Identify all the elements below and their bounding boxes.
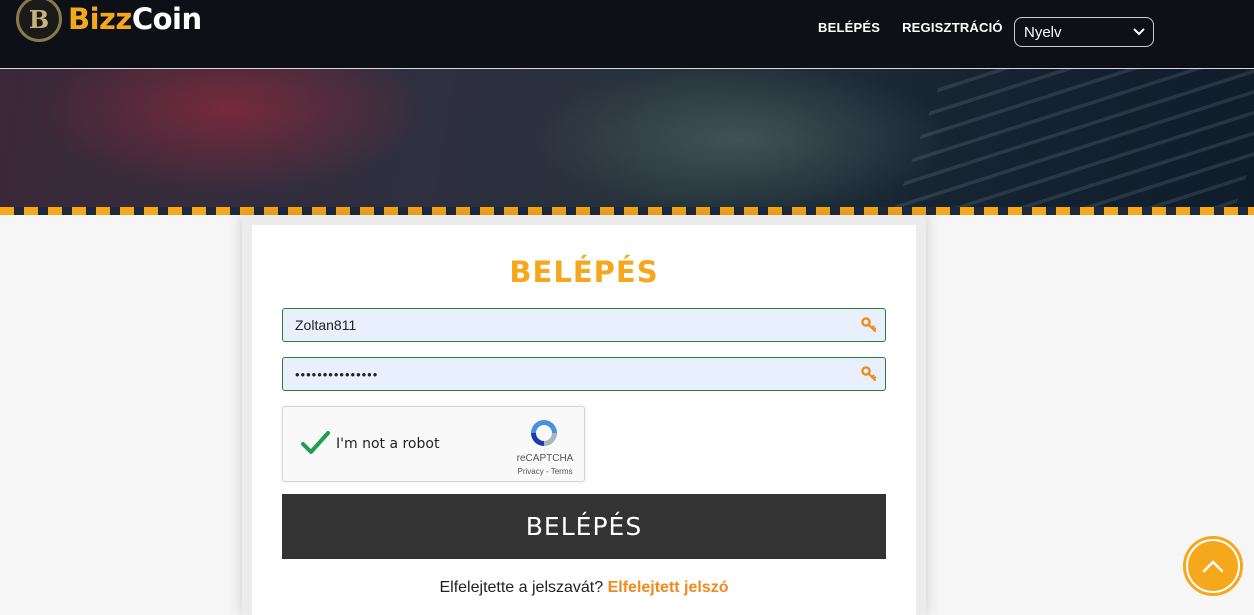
key-icon [861,366,877,382]
key-icon [861,317,877,333]
logo-mark-icon: B [16,0,62,42]
scroll-to-top-inner [1188,541,1238,591]
scroll-to-top-button[interactable] [1183,536,1243,596]
decorative-stripe [0,207,1254,215]
password-value: ••••••••••••••• [295,366,379,382]
forgot-password-text: Elfelejtette a jelszavát? [439,579,604,596]
hero-banner-image [0,69,1254,208]
username-field[interactable]: Zoltan811 [282,308,886,342]
forgot-password-link[interactable]: Elfelejtett jelszó [608,579,729,596]
site-header: B BizzCoin BELÉPÉS REGISZTRÁCIÓ Nyelv [0,0,1254,69]
main-nav: BELÉPÉS REGISZTRÁCIÓ [818,20,1003,35]
logo-text-bizz: Bizz [68,2,132,36]
recaptcha-links[interactable]: Privacy - Terms [513,467,577,476]
recaptcha-widget[interactable]: I'm not a robot reCAPTCHA Privacy - Term… [282,406,585,482]
chevron-up-icon [1202,560,1224,573]
nav-register-link[interactable]: REGISZTRÁCIÓ [902,20,1003,35]
login-submit-button[interactable]: BELÉPÉS [282,494,886,559]
forgot-password-row: Elfelejtette a jelszavát? Elfelejtett je… [252,579,916,597]
nav-login-link[interactable]: BELÉPÉS [818,20,880,35]
logo[interactable]: B BizzCoin [16,0,202,42]
login-title: BELÉPÉS [509,255,659,289]
recaptcha-brand: reCAPTCHA [516,453,574,464]
username-value: Zoltan811 [295,317,357,333]
logo-text-coin: Coin [131,2,202,36]
password-field[interactable]: ••••••••••••••• [282,357,886,391]
recaptcha-label: I'm not a robot [336,436,440,452]
check-icon[interactable] [299,427,331,459]
language-select[interactable]: Nyelv [1014,17,1154,47]
keyboard-decoration [894,69,1254,208]
login-card: BELÉPÉS Zoltan811 ••••••••••••••• I'm no… [252,225,916,615]
recaptcha-logo-icon [531,420,557,446]
chevron-down-icon [1133,25,1145,39]
logo-text: BizzCoin [68,2,202,36]
language-select-value: Nyelv [1024,23,1062,41]
